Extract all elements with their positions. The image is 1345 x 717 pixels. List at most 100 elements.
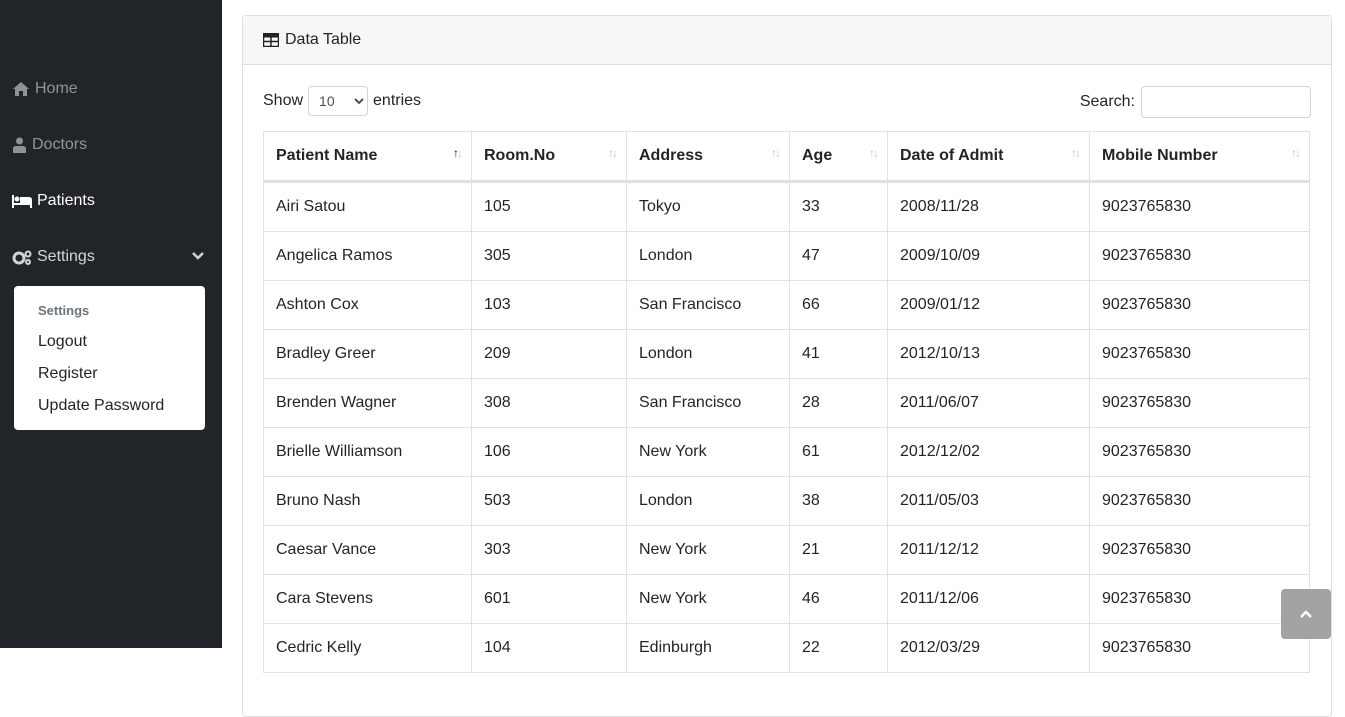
sort-icon: ↑↓	[869, 146, 879, 160]
entries-label: entries	[373, 92, 422, 109]
table-cell: 103	[471, 280, 627, 330]
table-cell: Cedric Kelly	[263, 623, 472, 673]
table-cell: 2012/10/13	[887, 329, 1090, 379]
table-cell: 308	[471, 378, 627, 428]
sidebar-item-label: Settings	[37, 248, 95, 265]
table-cell: 9023765830	[1089, 280, 1310, 330]
table-row: Ashton Cox 103 San Francisco 66 2009/01/12 90…	[263, 280, 1310, 330]
column-header-address[interactable]: Address ↑↓	[626, 131, 790, 183]
table-cell: 2011/12/06	[887, 574, 1090, 624]
table-cell: 61	[789, 427, 888, 477]
table-cell: 2012/12/02	[887, 427, 1090, 477]
column-header-room-no[interactable]: Room.No ↑↓	[471, 131, 627, 183]
table-cell: New York	[626, 574, 790, 624]
patients-table: Patient Name ↑↓ Room.No ↑↓ Address ↑↓ Ag…	[263, 131, 1310, 673]
sidebar-item-patients[interactable]: Patients	[12, 189, 95, 213]
table-cell: 2009/10/09	[887, 231, 1090, 281]
table-cell: 2009/01/12	[887, 280, 1090, 330]
entries-select[interactable]: 10	[308, 86, 369, 116]
user-md-icon	[13, 137, 26, 153]
table-cell: 503	[471, 476, 627, 526]
table-row: Airi Satou 105 Tokyo 33 2008/11/28 9023765830	[263, 181, 1310, 232]
search-label: Search:	[1079, 93, 1135, 110]
table-cell: London	[626, 476, 790, 526]
data-table-card: Data Table Show 10 entries Search: Patie…	[242, 15, 1332, 717]
table-cell: 9023765830	[1089, 181, 1310, 232]
table-cell: 38	[789, 476, 888, 526]
table-cell: 9023765830	[1089, 378, 1310, 428]
table-cell: 28	[789, 378, 888, 428]
settings-submenu: Settings Logout Register Update Password	[14, 286, 205, 430]
bed-icon	[12, 195, 32, 208]
sidebar-item-label: Doctors	[32, 136, 88, 153]
scroll-to-top-button[interactable]	[1281, 589, 1331, 639]
table-cell: 9023765830	[1089, 329, 1310, 379]
table-cell: Ashton Cox	[263, 280, 472, 330]
table-cell: 2012/03/29	[887, 623, 1090, 673]
column-header-age[interactable]: Age ↑↓	[789, 131, 888, 183]
column-header-patient-name[interactable]: Patient Name ↑↓	[263, 131, 472, 183]
sidebar-item-label: Home	[35, 80, 78, 97]
gears-icon	[12, 250, 32, 265]
table-row: Bruno Nash 503 London 38 2011/05/03 902376583…	[263, 476, 1310, 526]
chevron-down-icon	[192, 252, 204, 260]
table-cell: 303	[471, 525, 627, 575]
table-cell: 105	[471, 181, 627, 232]
table-cell: Angelica Ramos	[263, 231, 472, 281]
table-row: Angelica Ramos 305 London 47 2009/10/09 90237…	[263, 231, 1310, 281]
table-cell: 47	[789, 231, 888, 281]
table-cell: 21	[789, 525, 888, 575]
table-cell: 9023765830	[1089, 525, 1310, 575]
table-cell: 601	[471, 574, 627, 624]
table-cell: Tokyo	[626, 181, 790, 232]
home-icon	[13, 82, 29, 96]
chevron-up-icon	[1300, 610, 1312, 618]
column-header-mobile-number[interactable]: Mobile Number ↑↓	[1089, 131, 1310, 183]
table-cell: Caesar Vance	[263, 525, 472, 575]
table-cell: 2008/11/28	[887, 181, 1090, 232]
table-cell: 9023765830	[1089, 231, 1310, 281]
table-cell: Brenden Wagner	[263, 378, 472, 428]
table-cell: 2011/05/03	[887, 476, 1090, 526]
table-row: Cedric Kelly 104 Edinburgh 22 2012/03/29 9023…	[263, 623, 1310, 673]
table-cell: New York	[626, 525, 790, 575]
table-cell: San Francisco	[626, 280, 790, 330]
table-cell: Airi Satou	[263, 181, 472, 232]
sidebar: Home Doctors Patients Settings Settings	[0, 0, 222, 648]
table-cell: 9023765830	[1089, 427, 1310, 477]
table-cell: 2011/06/07	[887, 378, 1090, 428]
table-cell: 41	[789, 329, 888, 379]
table-cell: Cara Stevens	[263, 574, 472, 624]
search-input[interactable]	[1141, 86, 1311, 118]
card-header: Data Table	[243, 16, 1331, 65]
table-cell: 209	[471, 329, 627, 379]
table-cell: New York	[626, 427, 790, 477]
sidebar-item-settings[interactable]: Settings	[12, 245, 204, 269]
register-link[interactable]: Register	[38, 365, 98, 383]
table-cell: London	[626, 329, 790, 379]
column-header-date-of-admit[interactable]: Date of Admit ↑↓	[887, 131, 1090, 183]
table-cell: 9023765830	[1089, 574, 1310, 624]
table-cell: 106	[471, 427, 627, 477]
sidebar-item-doctors[interactable]: Doctors	[12, 133, 87, 157]
table-cell: 104	[471, 623, 627, 673]
table-cell: 22	[789, 623, 888, 673]
table-cell: Bradley Greer	[263, 329, 472, 379]
table-cell: Edinburgh	[626, 623, 790, 673]
table-body: Airi Satou 105 Tokyo 33 2008/11/28 9023765830…	[263, 181, 1310, 673]
update-password-link[interactable]: Update Password	[38, 397, 164, 415]
sidebar-item-home[interactable]: Home	[12, 77, 78, 101]
sort-asc-icon: ↑↓	[453, 146, 463, 160]
table-icon	[263, 33, 279, 47]
table-cell: Brielle Williamson	[263, 427, 472, 477]
table-row: Cara Stevens 601 New York 46 2011/12/06 90237…	[263, 574, 1310, 624]
sort-icon: ↑↓	[1291, 146, 1301, 160]
table-cell: 9023765830	[1089, 476, 1310, 526]
card-title: Data Table	[285, 31, 362, 48]
logout-link[interactable]: Logout	[38, 333, 87, 351]
table-cell: 9023765830	[1089, 623, 1310, 673]
table-cell: 46	[789, 574, 888, 624]
table-cell: London	[626, 231, 790, 281]
sort-icon: ↑↓	[1071, 146, 1081, 160]
table-cell: 305	[471, 231, 627, 281]
